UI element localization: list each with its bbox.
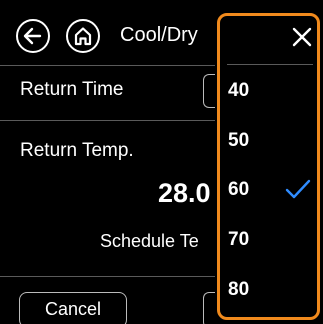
home-button[interactable] [66, 19, 100, 53]
home-icon [74, 27, 92, 46]
return-time-label: Return Time [20, 79, 124, 100]
cancel-button[interactable]: Cancel [19, 292, 127, 324]
schedule-temp-label: Schedule Te [100, 231, 199, 251]
return-temp-value: 28.0 [158, 178, 211, 208]
back-button[interactable] [16, 19, 50, 53]
return-temp-label: Return Temp. [20, 140, 134, 161]
divider [0, 120, 215, 121]
divider [0, 276, 215, 277]
confirm-button[interactable] [203, 292, 215, 324]
page-title: Cool/Dry [120, 24, 198, 46]
dropdown-highlight-frame [217, 13, 320, 320]
screen: Cool/Dry Return Time Return Temp. 28.0 S… [0, 0, 323, 324]
return-time-select[interactable] [203, 74, 215, 108]
arrow-left-icon [23, 27, 42, 45]
divider [0, 65, 215, 66]
settings-panel: Cool/Dry Return Time Return Temp. 28.0 S… [0, 0, 216, 324]
